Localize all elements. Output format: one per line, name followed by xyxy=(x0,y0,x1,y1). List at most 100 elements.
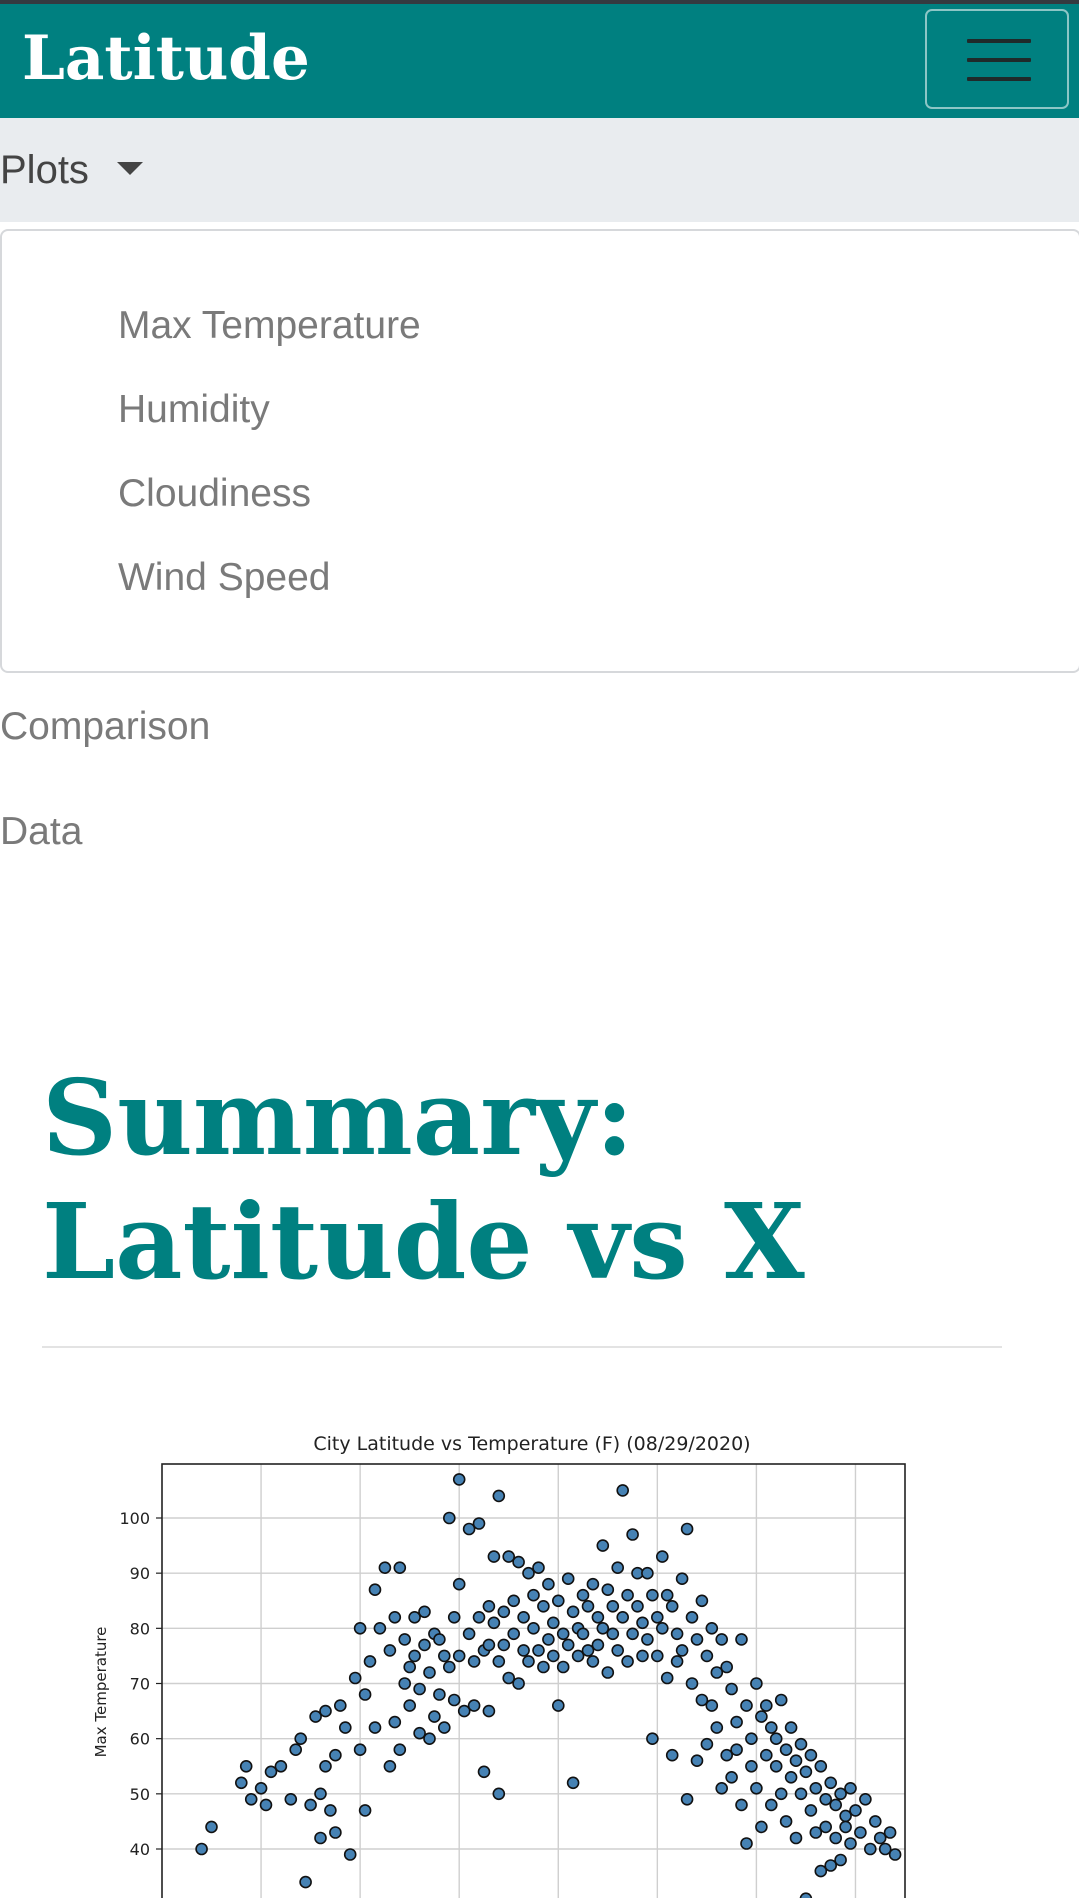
data-point xyxy=(418,1638,431,1652)
data-point xyxy=(482,1704,496,1718)
data-point xyxy=(859,1792,872,1806)
data-point xyxy=(348,1671,362,1685)
scatter-chart: 40 50 60 70 80 90 100 Max Temperature xyxy=(92,1463,906,1898)
data-point xyxy=(740,1699,753,1712)
data-point xyxy=(735,1798,748,1812)
data-point xyxy=(586,1577,600,1591)
data-point xyxy=(844,1837,857,1850)
data-point xyxy=(477,1765,491,1779)
y-tick-label: 100 xyxy=(119,1509,150,1528)
data-point xyxy=(759,1748,773,1762)
nav-link-data[interactable]: Data xyxy=(0,808,82,856)
y-tick-label: 70 xyxy=(130,1675,150,1694)
data-point xyxy=(314,1831,327,1845)
plots-dropdown-menu xyxy=(0,229,1079,673)
data-point xyxy=(492,1489,506,1503)
data-point xyxy=(660,1671,674,1685)
data-point xyxy=(621,1655,634,1668)
dropdown-item-max-temperature[interactable]: Max Temperature xyxy=(118,302,421,350)
data-point xyxy=(393,1561,407,1574)
data-point xyxy=(314,1787,327,1801)
data-point xyxy=(398,1677,412,1690)
data-point xyxy=(428,1710,441,1723)
menu-toggle-button[interactable] xyxy=(925,9,1069,109)
data-point xyxy=(437,1721,451,1734)
data-point xyxy=(710,1721,724,1734)
data-point xyxy=(447,1611,461,1624)
data-point xyxy=(497,1605,511,1619)
plots-dropdown-toggle[interactable]: Plots xyxy=(0,144,89,196)
data-point xyxy=(368,1721,382,1734)
data-point xyxy=(715,1633,729,1646)
data-point xyxy=(755,1820,768,1834)
data-point xyxy=(373,1622,387,1635)
data-point xyxy=(824,1776,838,1790)
data-point xyxy=(319,1759,332,1773)
data-point xyxy=(764,1798,778,1812)
data-point xyxy=(750,1677,763,1690)
data-point xyxy=(819,1792,833,1806)
data-point xyxy=(606,1600,620,1613)
data-point xyxy=(854,1826,867,1839)
data-point xyxy=(685,1611,699,1624)
data-point xyxy=(467,1699,481,1712)
data-point xyxy=(725,1770,738,1784)
divider xyxy=(42,1346,1002,1348)
data-point xyxy=(561,1638,575,1652)
data-point xyxy=(353,1743,367,1757)
dropdown-item-cloudiness[interactable]: Cloudiness xyxy=(118,470,311,518)
data-point xyxy=(467,1655,481,1668)
y-axis-ticks: 40 50 60 70 80 90 100 xyxy=(119,1509,162,1859)
data-point xyxy=(329,1748,342,1762)
data-point xyxy=(423,1666,436,1679)
data-point xyxy=(522,1655,535,1668)
page-heading: Summary: Latitude vs X xyxy=(42,1056,805,1304)
data-point xyxy=(542,1577,555,1591)
data-point xyxy=(239,1759,253,1773)
data-point xyxy=(829,1798,843,1812)
dropdown-item-wind-speed[interactable]: Wind Speed xyxy=(118,554,330,602)
data-point xyxy=(641,1633,654,1646)
data-point xyxy=(660,1588,674,1602)
data-point xyxy=(794,1737,808,1751)
data-point xyxy=(537,1660,550,1674)
data-point xyxy=(740,1837,753,1850)
data-point xyxy=(235,1776,248,1790)
data-point xyxy=(383,1644,397,1657)
data-point xyxy=(358,1804,372,1817)
data-point xyxy=(433,1633,446,1646)
brand-title[interactable]: Latitude xyxy=(22,24,310,94)
data-point xyxy=(844,1781,857,1795)
nav-link-comparison[interactable]: Comparison xyxy=(0,703,210,751)
data-point xyxy=(353,1622,367,1635)
data-point xyxy=(700,1649,714,1663)
data-point xyxy=(883,1826,897,1839)
data-point xyxy=(566,1776,580,1790)
data-point xyxy=(408,1649,421,1663)
data-point xyxy=(779,1815,793,1828)
data-point xyxy=(358,1688,372,1701)
data-point xyxy=(774,1787,788,1801)
data-point xyxy=(299,1875,312,1889)
data-point xyxy=(576,1627,590,1641)
data-point xyxy=(462,1627,476,1641)
data-point xyxy=(650,1611,664,1624)
data-point xyxy=(522,1566,535,1580)
data-point xyxy=(611,1644,625,1657)
data-point xyxy=(289,1743,303,1757)
data-point xyxy=(492,1655,506,1668)
data-point xyxy=(442,1511,456,1525)
data-point xyxy=(542,1633,555,1646)
data-point xyxy=(789,1754,803,1768)
y-tick-label: 40 xyxy=(130,1840,150,1859)
dropdown-item-humidity[interactable]: Humidity xyxy=(118,386,270,434)
data-point xyxy=(784,1721,798,1734)
data-point xyxy=(665,1600,679,1613)
data-point xyxy=(769,1732,783,1746)
data-point xyxy=(601,1583,615,1596)
data-point xyxy=(680,1792,694,1806)
data-point xyxy=(715,1781,729,1795)
data-point xyxy=(304,1798,317,1812)
data-point xyxy=(646,1732,659,1746)
data-point xyxy=(403,1660,417,1674)
